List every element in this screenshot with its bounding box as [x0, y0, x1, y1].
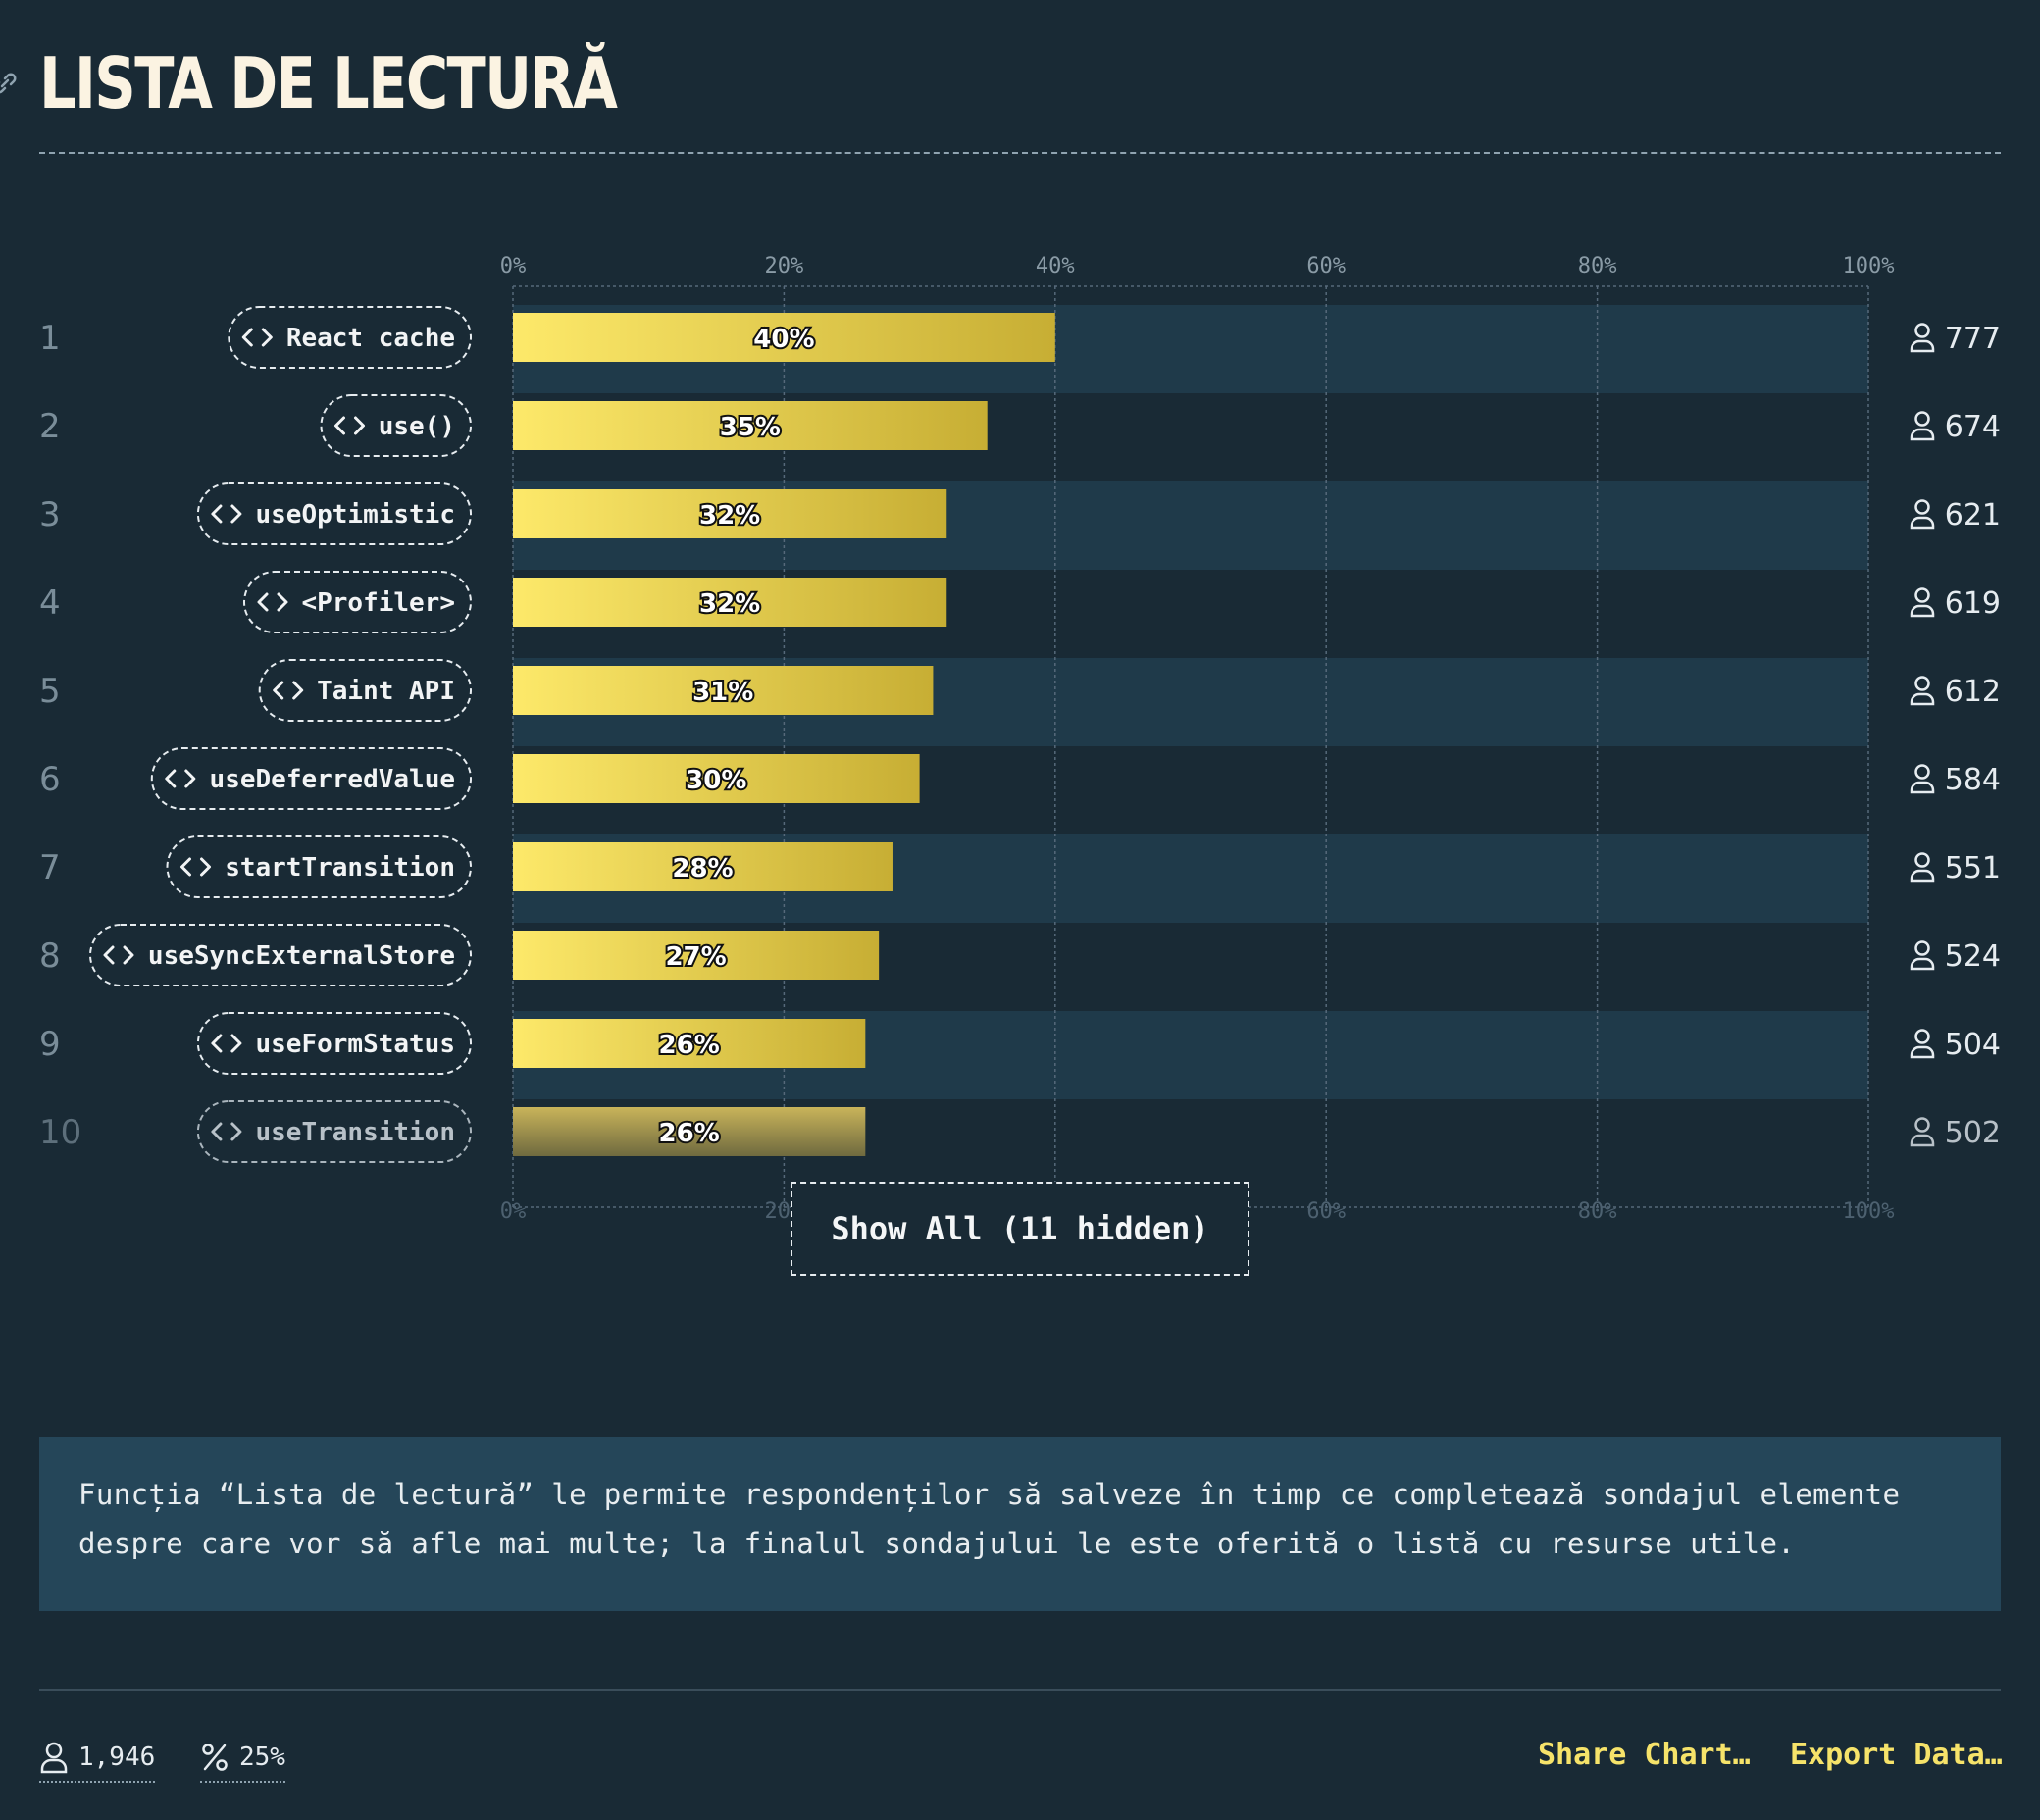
x-tick-label-bottom: 60% [1306, 1199, 1346, 1224]
rank-label: 4 [39, 583, 61, 623]
x-tick-label: 100% [1843, 254, 1895, 278]
respondent-count: 504 [1945, 1028, 2001, 1062]
code-icon [180, 857, 211, 877]
rank-label: 10 [39, 1113, 81, 1152]
code-icon [273, 681, 304, 700]
rank-label: 5 [39, 672, 61, 711]
user-icon [40, 1742, 68, 1774]
rank-label: 8 [39, 936, 61, 976]
x-axis-top: 0% 20% 40% 60% 80% 100% [500, 254, 1895, 278]
footer-divider [39, 1689, 2001, 1691]
code-icon [103, 945, 134, 965]
user-icon [1910, 1117, 1935, 1147]
bar-value-label: 32% [699, 589, 760, 619]
respondent-count: 612 [1945, 675, 2001, 709]
description-panel: Funcția “Lista de lectură” le permite re… [39, 1437, 2001, 1611]
feature-label: useDeferredValue [210, 765, 455, 794]
feature-label: useSyncExternalStore [148, 941, 455, 971]
bar-value-label: 26% [659, 1119, 720, 1148]
chart-row[interactable]: 4 <Profiler> 32% 619 [39, 571, 2001, 633]
bar-value-label: 30% [686, 766, 746, 795]
respondent-count: 524 [1945, 939, 2001, 974]
user-icon [1910, 852, 1935, 883]
chart-row[interactable]: 2 use() 35% 674 [39, 394, 2001, 457]
code-icon [165, 769, 196, 788]
x-tick-label: 60% [1306, 254, 1346, 278]
x-tick-label: 40% [1036, 254, 1075, 278]
code-icon [211, 1122, 242, 1141]
rank-label: 1 [39, 319, 61, 358]
x-tick-label: 0% [500, 254, 527, 278]
feature-label: useFormStatus [256, 1030, 456, 1059]
respondent-count: 777 [1945, 322, 2001, 356]
bar-value-label: 27% [665, 942, 726, 972]
chart-row[interactable]: 6 useDeferredValue 30% 584 [39, 747, 2001, 810]
percent-value: 25% [239, 1743, 285, 1772]
respondent-count: 584 [1945, 763, 2001, 797]
code-icon [334, 416, 365, 435]
respondent-count: 619 [1945, 586, 2001, 621]
x-tick-label-bottom: 100% [1843, 1199, 1895, 1224]
x-tick-label-bottom: 80% [1578, 1199, 1617, 1224]
respondent-count: 502 [1945, 1116, 2001, 1150]
bar-value-label: 40% [753, 325, 814, 354]
feature-label: startTransition [225, 853, 455, 883]
respondents-stat[interactable]: 1,946 [39, 1736, 156, 1783]
code-icon [211, 1034, 242, 1053]
percent-stat[interactable]: 25% [200, 1736, 285, 1783]
rank-label: 2 [39, 407, 61, 446]
x-tick-label: 80% [1578, 254, 1617, 278]
bar-value-label: 31% [692, 678, 753, 707]
user-icon [1910, 764, 1935, 794]
user-icon [1910, 676, 1935, 706]
share-chart-link[interactable]: Share Chart… [1538, 1738, 1751, 1772]
rank-label: 9 [39, 1025, 61, 1064]
feature-label: use() [379, 412, 455, 441]
user-icon [1910, 411, 1935, 441]
chart-row[interactable]: 8 useSyncExternalStore 27% 524 [39, 924, 2001, 986]
rank-label: 7 [39, 848, 61, 887]
feature-label: useOptimistic [256, 500, 456, 530]
description-text: Funcția “Lista de lectură” le permite re… [78, 1478, 1901, 1560]
respondents-count: 1,946 [78, 1743, 156, 1772]
chart-row[interactable]: 10 useTransition 26% 502 [39, 1100, 2001, 1163]
bar-chart: 0%20%40%60%80%100% 0%20%40%60%80%100% 1R… [39, 254, 2001, 1224]
code-icon [241, 328, 273, 347]
x-tick-label: 20% [765, 254, 804, 278]
show-all-button[interactable]: Show All (11 hidden) [790, 1182, 1250, 1276]
user-icon [1910, 323, 1935, 353]
respondent-count: 674 [1945, 410, 2001, 444]
user-icon [1910, 1029, 1935, 1059]
export-data-link[interactable]: Export Data… [1790, 1738, 2003, 1772]
bar-value-label: 35% [720, 413, 781, 442]
user-icon [1910, 587, 1935, 618]
code-icon [211, 504, 242, 524]
bar-value-label: 32% [699, 501, 760, 531]
feature-label: <Profiler> [301, 588, 455, 618]
feature-label: React cache [286, 324, 455, 353]
rank-label: 3 [39, 495, 61, 534]
feature-label: Taint API [317, 677, 455, 706]
respondent-count: 551 [1945, 851, 2001, 885]
respondent-count: 621 [1945, 498, 2001, 532]
code-icon [257, 592, 288, 612]
bar-value-label: 26% [659, 1031, 720, 1060]
bar-value-label: 28% [672, 854, 733, 884]
x-tick-label-bottom: 0% [500, 1199, 527, 1224]
user-icon [1910, 940, 1935, 971]
percent-icon [202, 1744, 228, 1771]
feature-label: useTransition [256, 1118, 456, 1147]
user-icon [1910, 499, 1935, 530]
rank-label: 6 [39, 760, 61, 799]
